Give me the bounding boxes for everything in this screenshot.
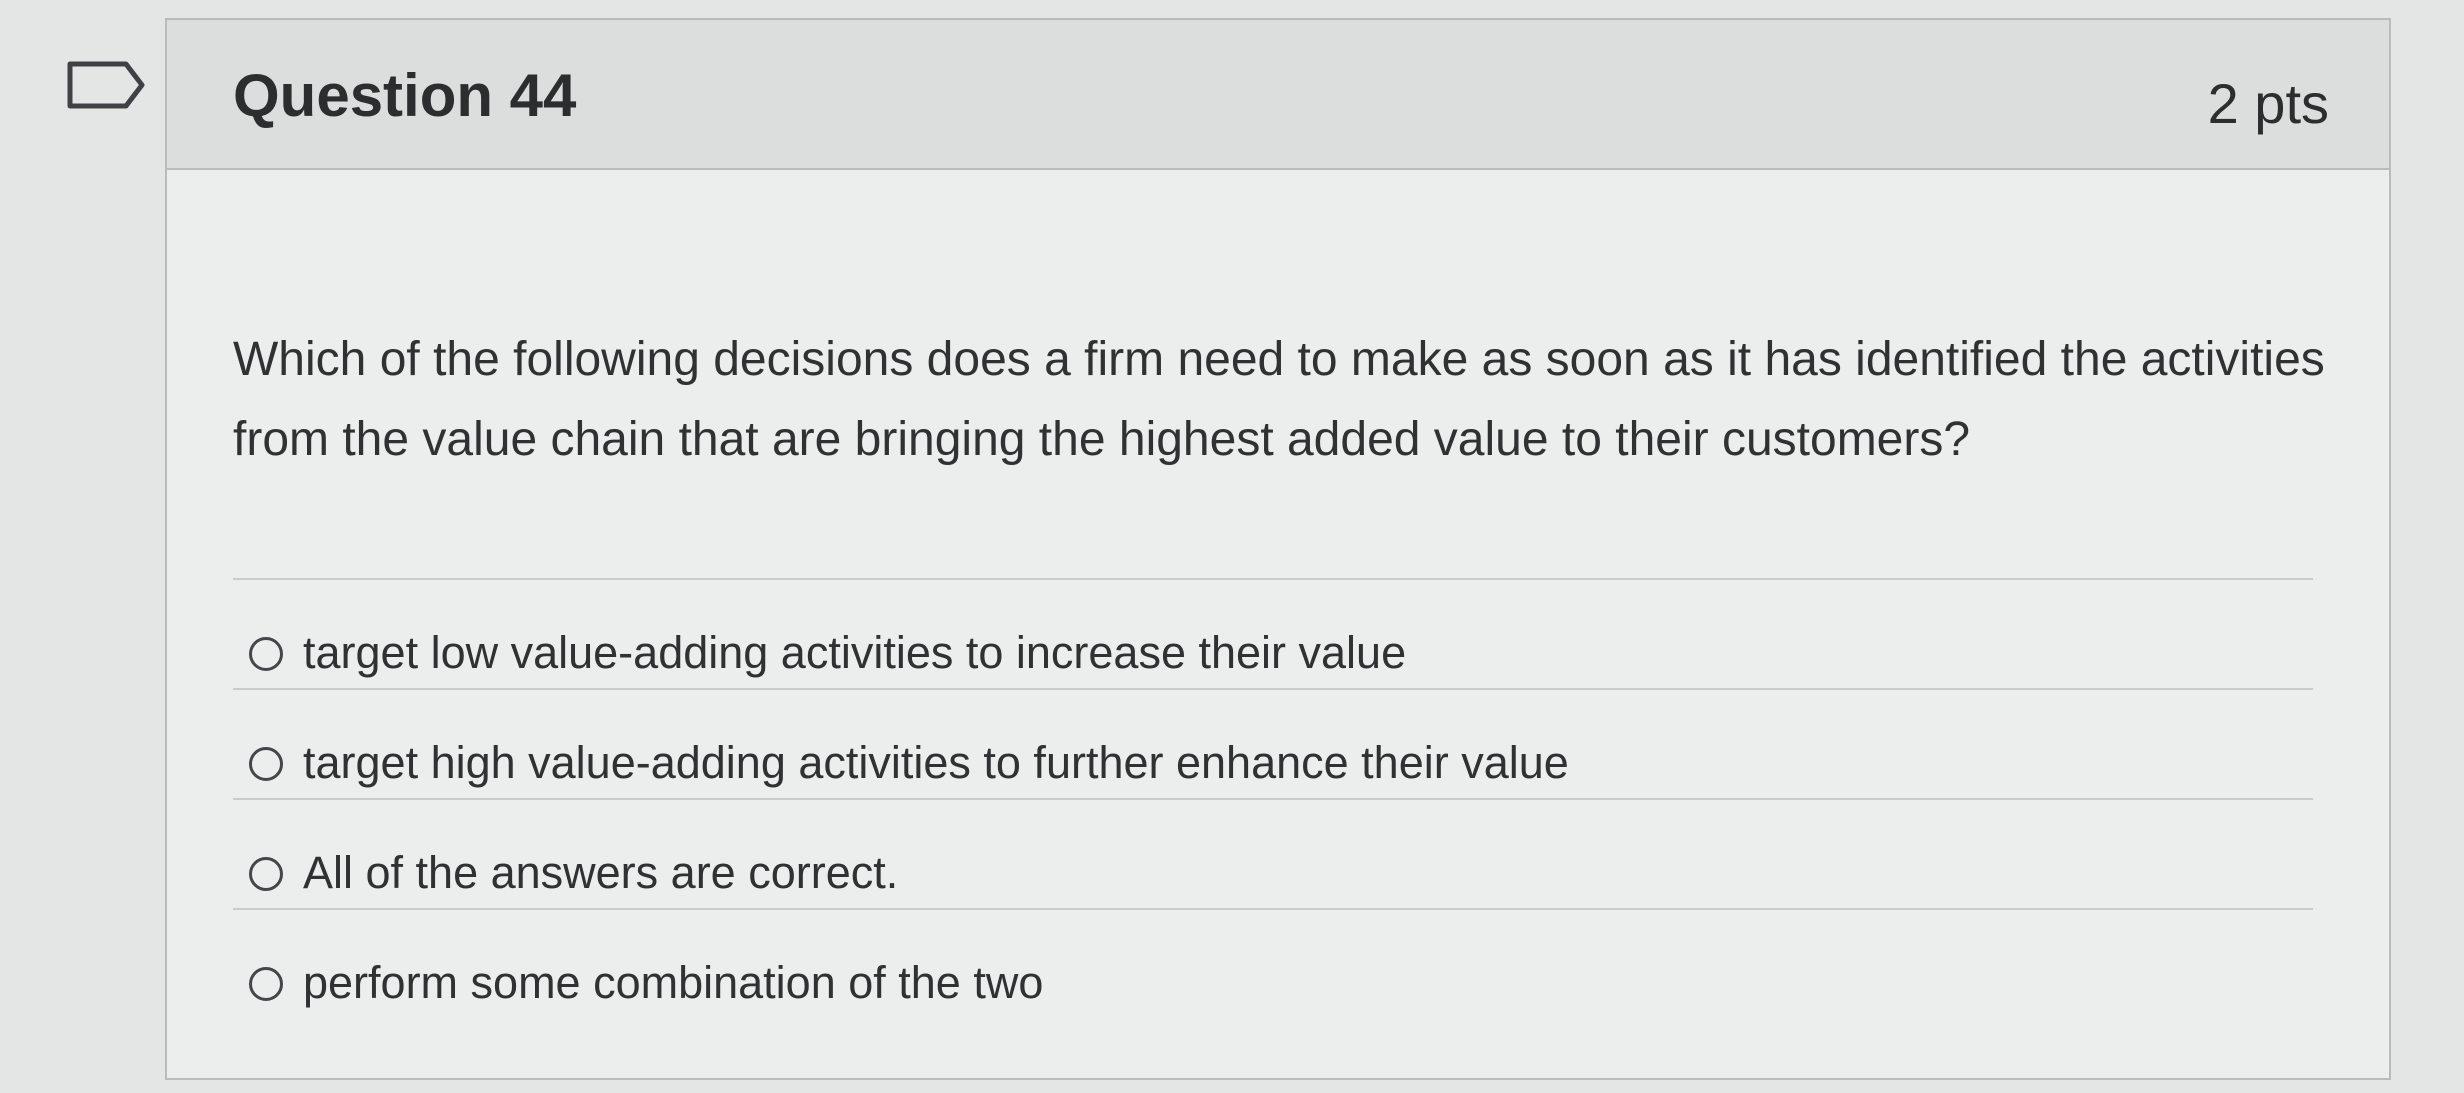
answer-label[interactable]: All of the answers are correct.: [303, 848, 898, 898]
answer-label[interactable]: perform some combination of the two: [303, 958, 1043, 1008]
question-title: Question 44: [233, 62, 577, 129]
answer-label[interactable]: target high value-adding activities to f…: [303, 738, 1569, 788]
question-points: 2 pts: [2207, 72, 2329, 135]
radio-button[interactable]: [249, 967, 283, 1001]
answer-option[interactable]: perform some combination of the two: [233, 910, 2313, 1020]
flag-question-icon[interactable]: [66, 60, 146, 110]
answer-option[interactable]: target low value-adding activities to in…: [233, 580, 2313, 690]
question-text: Which of the following decisions does a …: [233, 333, 2325, 466]
question-card: Question 44 2 pts Which of the following…: [165, 18, 2391, 1080]
radio-button[interactable]: [249, 747, 283, 781]
question-header: Question 44 2 pts: [167, 20, 2389, 170]
radio-button[interactable]: [249, 857, 283, 891]
radio-button[interactable]: [249, 637, 283, 671]
answer-option[interactable]: All of the answers are correct.: [233, 800, 2313, 910]
answer-option[interactable]: target high value-adding activities to f…: [233, 690, 2313, 800]
answer-list: target low value-adding activities to in…: [233, 580, 2313, 1020]
answer-label[interactable]: target low value-adding activities to in…: [303, 628, 1406, 678]
